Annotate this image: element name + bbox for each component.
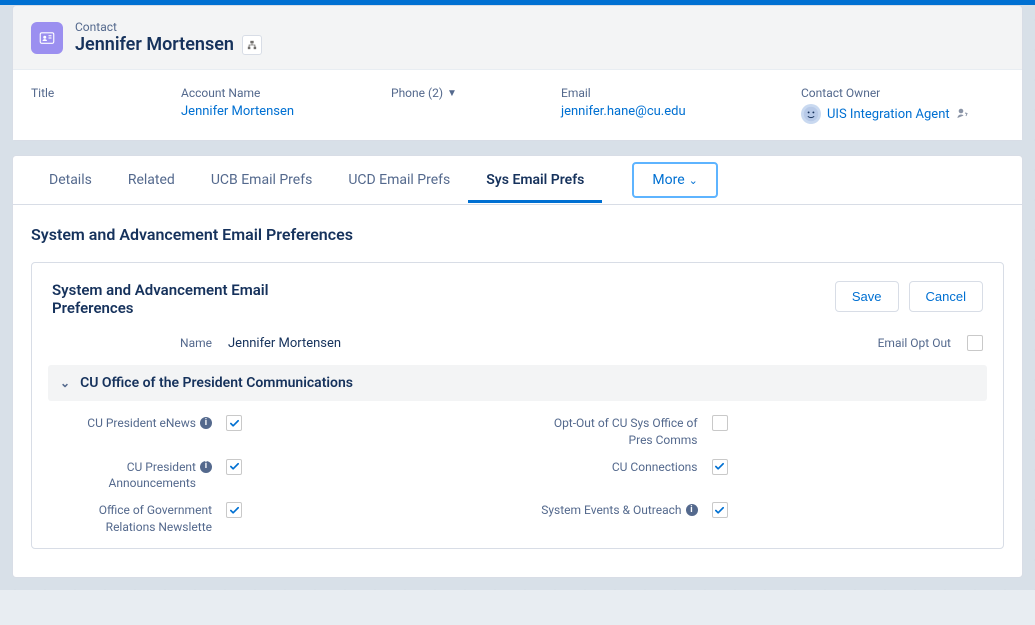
preferences-card-title: System and Advancement Email Preferences [52, 281, 352, 317]
record-name: Jennifer Mortensen [75, 34, 234, 55]
tab-sys-email-prefs[interactable]: Sys Email Prefs [468, 158, 602, 203]
pref-label: System Events & Outreachi [538, 502, 698, 519]
pref-checkbox[interactable] [712, 415, 728, 431]
pref-label: Office of Government Relations Newslette [52, 502, 212, 536]
pref-checkbox[interactable] [226, 459, 242, 475]
pref-checkbox[interactable] [226, 415, 242, 431]
pref-item: System Events & Outreachi [538, 502, 984, 536]
phone-field-label[interactable]: Phone (2) ▼ [391, 86, 521, 100]
title-field-label: Title [31, 86, 141, 100]
email-field-link[interactable]: jennifer.hane@cu.edu [561, 104, 761, 119]
panel-title: System and Advancement Email Preferences [31, 225, 1004, 244]
info-icon[interactable]: i [200, 417, 212, 429]
owner-field-link[interactable]: UIS Integration Agent [827, 107, 950, 122]
pref-item: Opt-Out of CU Sys Office of Pres Comms [538, 415, 984, 449]
caret-down-icon: ▼ [447, 88, 457, 99]
highlights-panel: Title Account Name Jennifer Mortensen Ph… [13, 69, 1022, 140]
pref-item: CU President eNewsi [52, 415, 498, 449]
pref-item: CU President Announcementsi [52, 459, 498, 493]
name-field-label: Name [52, 336, 212, 350]
section-cu-president-comms[interactable]: ⌄ CU Office of the President Communicati… [48, 365, 987, 401]
pref-item: CU Connections [538, 459, 984, 493]
change-owner-icon[interactable] [956, 107, 968, 122]
preferences-card: System and Advancement Email Preferences… [31, 262, 1004, 549]
name-field-value: Jennifer Mortensen [228, 336, 341, 351]
hierarchy-button[interactable] [242, 35, 262, 55]
pref-label: CU Connections [538, 459, 698, 476]
pref-label: CU President Announcementsi [52, 459, 212, 493]
email-field-label: Email [561, 86, 761, 100]
tab-more[interactable]: More ⌄ [632, 162, 717, 198]
account-field-label: Account Name [181, 86, 351, 100]
tab-ucd-email-prefs[interactable]: UCD Email Prefs [330, 158, 468, 203]
cancel-button[interactable]: Cancel [909, 281, 983, 312]
tab-bar: Details Related UCB Email Prefs UCD Emai… [13, 156, 1022, 205]
owner-avatar-icon [801, 104, 821, 124]
owner-field-label: Contact Owner [801, 86, 968, 100]
pref-checkbox[interactable] [712, 502, 728, 518]
email-optout-label: Email Opt Out [518, 336, 952, 350]
tab-ucb-email-prefs[interactable]: UCB Email Prefs [193, 158, 330, 203]
record-header: Contact Jennifer Mortensen Title Account… [12, 5, 1023, 141]
info-icon[interactable]: i [200, 461, 212, 473]
email-optout-checkbox[interactable] [967, 335, 983, 351]
pref-item: Office of Government Relations Newslette [52, 502, 498, 536]
info-icon[interactable]: i [686, 504, 698, 516]
contact-icon [31, 22, 63, 54]
save-button[interactable]: Save [835, 281, 899, 312]
chevron-down-icon: ⌄ [689, 174, 698, 187]
account-field-link[interactable]: Jennifer Mortensen [181, 104, 351, 119]
pref-checkbox[interactable] [712, 459, 728, 475]
pref-label: CU President eNewsi [52, 415, 212, 432]
tab-related[interactable]: Related [110, 158, 193, 203]
pref-label: Opt-Out of CU Sys Office of Pres Comms [538, 415, 698, 449]
chevron-down-icon: ⌄ [60, 376, 70, 390]
tab-details[interactable]: Details [31, 158, 110, 203]
pref-checkbox[interactable] [226, 502, 242, 518]
record-type-label: Contact [75, 20, 262, 34]
